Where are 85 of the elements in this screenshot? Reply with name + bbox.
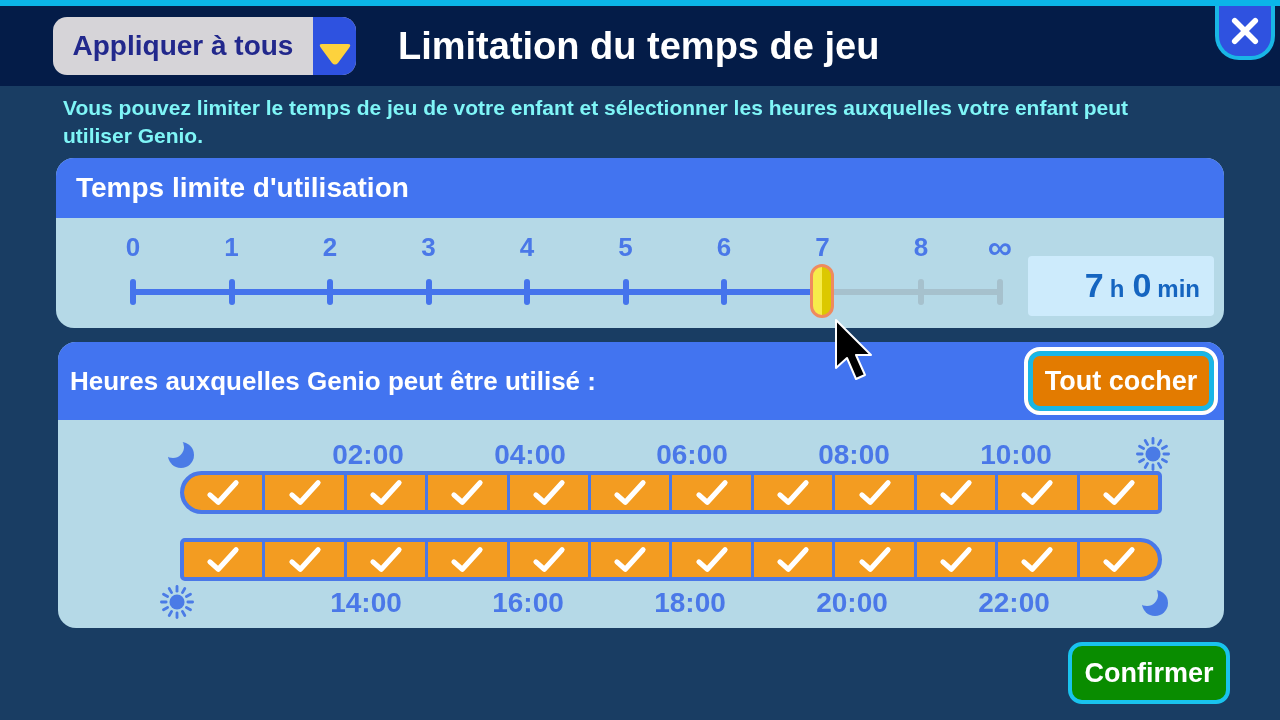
time-label: 20:00	[815, 585, 889, 619]
check-icon	[531, 545, 566, 574]
intro-text: Vous pouvez limiter le temps de jeu de votre enfant et sélectionner les heures auxquelles votre enfant peut utiliser Genio.	[63, 95, 1130, 149]
hour-slot[interactable]	[916, 542, 996, 577]
hour-slot[interactable]	[916, 475, 996, 510]
close-button[interactable]	[1215, 6, 1275, 60]
check-icon	[613, 478, 648, 507]
apply-all-button[interactable]: Appliquer à tous	[53, 17, 356, 75]
check-icon	[776, 478, 811, 507]
moon-icon	[1140, 588, 1168, 616]
hour-slot[interactable]	[672, 475, 751, 510]
caret-icon	[313, 17, 356, 75]
panel-title: Heures auxquelles Genio peut être utilisé :	[70, 364, 596, 398]
hour-slot[interactable]	[591, 542, 670, 577]
hour-slot[interactable]	[509, 542, 589, 577]
check-icon	[450, 545, 485, 574]
scale-label: 8	[912, 232, 930, 262]
hour-slot[interactable]	[591, 475, 670, 510]
check-icon	[450, 478, 485, 507]
check-icon	[206, 545, 241, 574]
hour-slot[interactable]	[753, 475, 833, 510]
check-icon	[1101, 478, 1136, 507]
hour-slot[interactable]	[1079, 542, 1158, 577]
hour-slot[interactable]	[428, 542, 507, 577]
sun-icon	[160, 585, 194, 619]
hour-slot[interactable]	[998, 542, 1077, 577]
window-title: Limitation du temps de jeu	[398, 23, 880, 69]
check-icon	[369, 478, 404, 507]
check-icon	[694, 545, 729, 574]
panel-title: Temps limite d'utilisation	[76, 171, 409, 205]
check-icon	[857, 545, 892, 574]
hour-slot[interactable]	[265, 475, 344, 510]
check-icon	[938, 478, 973, 507]
scale-label: 5	[617, 232, 634, 262]
hour-slot[interactable]	[753, 542, 833, 577]
hour-slot[interactable]	[672, 542, 751, 577]
time-label: 22:00	[977, 585, 1051, 619]
scale-label: 0	[124, 232, 142, 262]
hour-slot[interactable]	[184, 542, 263, 577]
scale-label: 4	[518, 232, 536, 262]
time-label: 16:00	[491, 585, 565, 619]
readout-value: 0	[1132, 266, 1152, 304]
readout-unit: min	[1157, 274, 1200, 304]
check-icon	[857, 478, 892, 507]
check-icon	[1101, 545, 1136, 574]
hour-slot[interactable]	[1079, 475, 1158, 510]
scale-label: 1	[223, 232, 240, 262]
hour-slot[interactable]	[346, 475, 426, 510]
scale-label: 7	[814, 232, 831, 262]
hour-slot[interactable]	[835, 542, 914, 577]
check-icon	[369, 545, 404, 574]
check-icon	[1020, 478, 1055, 507]
hour-slot[interactable]	[998, 475, 1077, 510]
check-icon	[776, 545, 811, 574]
hour-slot[interactable]	[346, 542, 426, 577]
check-icon	[206, 478, 241, 507]
scale-label: ∞	[986, 232, 1013, 262]
hour-slot[interactable]	[428, 475, 507, 510]
time-label: 10:00	[979, 437, 1053, 471]
hour-slot[interactable]	[509, 475, 589, 510]
time-label: 04:00	[493, 437, 567, 471]
close-icon	[1231, 17, 1259, 45]
readout-value: 7	[1084, 266, 1104, 304]
time-label: 08:00	[817, 437, 891, 471]
time-label: 14:00	[329, 585, 403, 619]
check-icon	[938, 545, 973, 574]
check-icon	[287, 478, 322, 507]
check-icon	[613, 545, 648, 574]
scale-label: 3	[420, 232, 437, 262]
scale-label: 6	[715, 232, 733, 262]
check-icon	[694, 478, 729, 507]
check-icon	[287, 545, 322, 574]
time-label: 18:00	[653, 585, 727, 619]
hour-slot[interactable]	[184, 475, 263, 510]
moon-icon	[166, 440, 194, 468]
check-all-button[interactable]: Tout cocher	[1024, 347, 1218, 415]
check-icon	[531, 478, 566, 507]
hour-slot[interactable]	[835, 475, 914, 510]
hour-slot[interactable]	[265, 542, 344, 577]
time-label: 06:00	[655, 437, 729, 471]
check-icon	[1020, 545, 1055, 574]
confirm-button[interactable]: Confirmer	[1068, 642, 1230, 704]
scale-label: 2	[321, 232, 339, 262]
time-label: 02:00	[331, 437, 405, 471]
readout-unit: h	[1109, 274, 1125, 304]
